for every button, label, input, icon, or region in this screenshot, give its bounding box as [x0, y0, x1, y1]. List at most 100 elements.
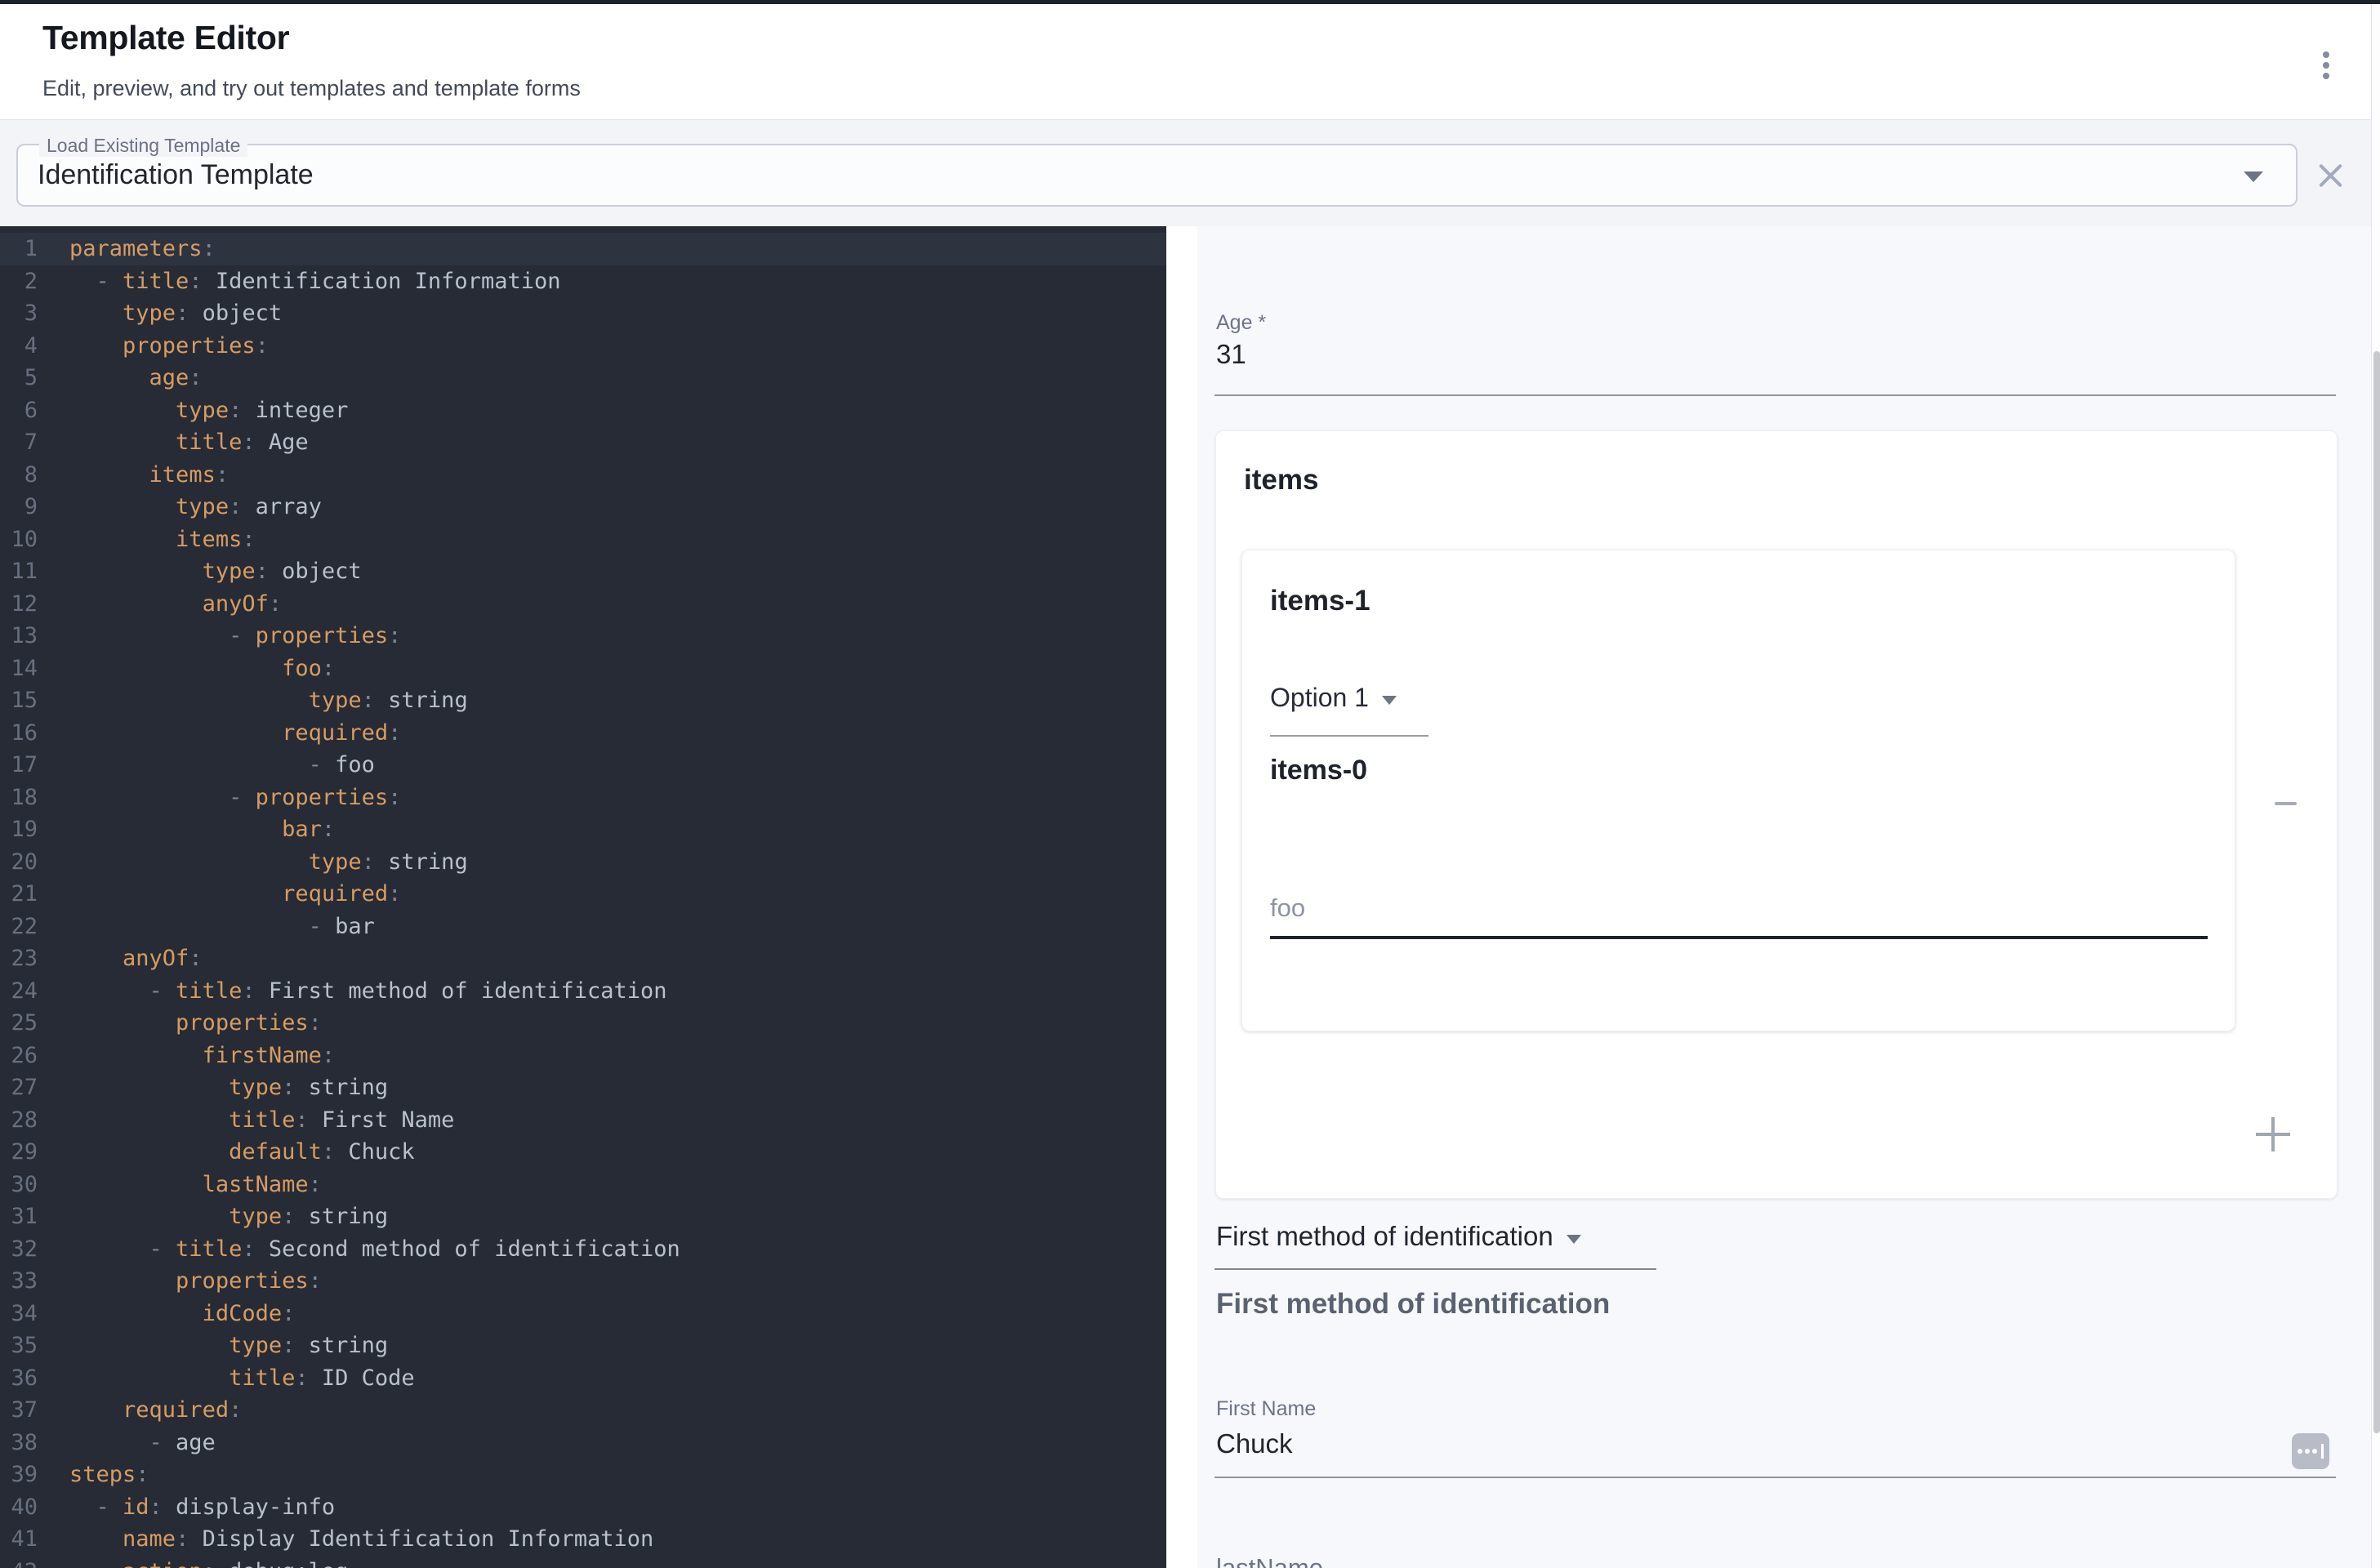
- code-line: 1parameters:: [0, 233, 1166, 265]
- line-number: 1: [0, 233, 38, 265]
- code-line: 3 type: object: [0, 297, 1166, 330]
- code-line: 33 properties:: [0, 1265, 1166, 1298]
- code-line: 41 name: Display Identification Informat…: [0, 1523, 1166, 1556]
- code-line: 21 required:: [0, 878, 1166, 911]
- code-line: 39steps:: [0, 1459, 1166, 1491]
- identification-method-select[interactable]: First method of identification: [1216, 1221, 1581, 1252]
- line-number: 29: [0, 1136, 38, 1169]
- age-field-label: Age *: [1216, 311, 1266, 335]
- line-number: 28: [0, 1104, 38, 1137]
- code-line: 5 age:: [0, 362, 1166, 394]
- line-number: 7: [0, 426, 38, 459]
- line-number: 13: [0, 620, 38, 653]
- code-line: 13 - properties:: [0, 620, 1166, 653]
- line-number: 27: [0, 1071, 38, 1104]
- line-number: 36: [0, 1362, 38, 1395]
- line-number: 25: [0, 1007, 38, 1040]
- item-variant-value: Option 1: [1270, 683, 1369, 713]
- line-number: 40: [0, 1491, 38, 1524]
- line-number: 33: [0, 1265, 38, 1298]
- page-scrollbar-thumb[interactable]: [2373, 351, 2380, 1433]
- code-line: 32 - title: Second method of identificat…: [0, 1233, 1166, 1266]
- code-line: 27 type: string: [0, 1071, 1166, 1104]
- item-card: items-1 Option 1 items-0: [1241, 550, 2235, 1031]
- code-line: 31 type: string: [0, 1200, 1166, 1233]
- code-line: 12 anyOf:: [0, 588, 1166, 621]
- add-item-button[interactable]: [2249, 1110, 2298, 1159]
- line-number: 18: [0, 782, 38, 814]
- first-name-label: First Name: [1216, 1397, 1316, 1421]
- code-line: 26 firstName:: [0, 1040, 1166, 1072]
- dropdown-caret-icon: [2244, 172, 2263, 182]
- item-card-title: items-1: [1270, 585, 1371, 617]
- item-variant-select[interactable]: Option 1: [1270, 683, 1397, 713]
- code-line: 11 type: object: [0, 555, 1166, 588]
- line-number: 12: [0, 588, 38, 621]
- more-options-button[interactable]: [2306, 33, 2346, 92]
- kebab-menu-icon: [2323, 73, 2329, 79]
- code-line: 28 title: First Name: [0, 1104, 1166, 1137]
- foo-input[interactable]: [1270, 893, 2168, 923]
- load-template-label: Load Existing Template: [39, 135, 247, 157]
- code-line: 37 required:: [0, 1394, 1166, 1427]
- line-number: 35: [0, 1330, 38, 1362]
- kebab-menu-icon: [2323, 62, 2329, 69]
- code-line: 4 properties:: [0, 330, 1166, 363]
- page-scrollbar-track: [2371, 4, 2380, 1568]
- line-number: 32: [0, 1233, 38, 1266]
- code-line: 34 idCode:: [0, 1298, 1166, 1330]
- line-number: 16: [0, 717, 38, 750]
- code-line: 29 default: Chuck: [0, 1136, 1166, 1169]
- line-number: 5: [0, 362, 38, 394]
- remove-item-button[interactable]: [2264, 782, 2306, 825]
- line-number: 39: [0, 1459, 38, 1491]
- line-number: 23: [0, 942, 38, 975]
- line-number: 3: [0, 297, 38, 330]
- code-line: 17 - foo: [0, 749, 1166, 782]
- code-line: 24 - title: First method of identificati…: [0, 975, 1166, 1008]
- line-number: 24: [0, 975, 38, 1008]
- code-line: 22 - bar: [0, 911, 1166, 943]
- code-line: 9 type: array: [0, 491, 1166, 523]
- line-number: 22: [0, 911, 38, 943]
- code-line: 23 anyOf:: [0, 942, 1166, 975]
- item-subsection-title: items-0: [1270, 755, 1367, 786]
- first-name-underline: [1215, 1477, 2336, 1478]
- line-number: 30: [0, 1169, 38, 1201]
- line-number: 31: [0, 1200, 38, 1233]
- last-name-label: lastName: [1216, 1553, 1323, 1568]
- identification-method-underline: [1215, 1268, 1656, 1270]
- clear-template-button[interactable]: [2311, 156, 2350, 195]
- code-line: 19 bar:: [0, 813, 1166, 846]
- code-line: 6 type: integer: [0, 394, 1166, 427]
- first-name-input[interactable]: [1216, 1428, 2237, 1459]
- code-line: 40 - id: display-info: [0, 1491, 1166, 1524]
- load-template-select[interactable]: Load Existing Template Identification Te…: [16, 144, 2298, 207]
- page-header: Template Editor Edit, preview, and try o…: [0, 4, 2380, 121]
- template-selector-band: Load Existing Template Identification Te…: [0, 120, 2380, 226]
- line-number: 42: [0, 1556, 38, 1568]
- code-editor[interactable]: 1parameters:2 - title: Identification In…: [0, 226, 1166, 1568]
- age-input[interactable]: [1216, 339, 2278, 370]
- items-section-title: items: [1244, 464, 1318, 497]
- line-number: 37: [0, 1394, 38, 1427]
- line-number: 14: [0, 653, 38, 685]
- line-number: 38: [0, 1427, 38, 1459]
- line-number: 11: [0, 555, 38, 588]
- line-number: 6: [0, 394, 38, 427]
- code-line: 35 type: string: [0, 1330, 1166, 1362]
- code-line: 8 items:: [0, 459, 1166, 492]
- plus-icon: [2256, 1117, 2290, 1152]
- code-line: 20 type: string: [0, 846, 1166, 879]
- line-number: 4: [0, 330, 38, 363]
- autofill-icon[interactable]: [2292, 1433, 2329, 1469]
- line-number: 10: [0, 523, 38, 556]
- dropdown-caret-icon: [1567, 1235, 1581, 1244]
- line-number: 15: [0, 684, 38, 717]
- code-line: 38 - age: [0, 1427, 1166, 1459]
- line-number: 2: [0, 265, 38, 298]
- line-number: 17: [0, 749, 38, 782]
- kebab-menu-icon: [2323, 51, 2329, 58]
- load-template-value: Identification Template: [38, 159, 314, 191]
- code-lines: 1parameters:2 - title: Identification In…: [0, 233, 1166, 1568]
